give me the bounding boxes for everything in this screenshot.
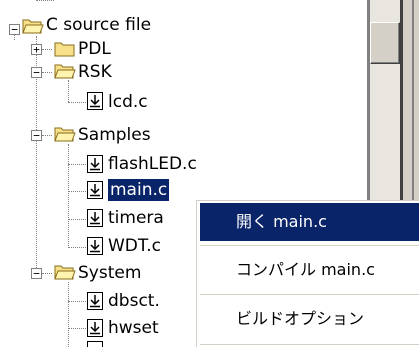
tree-item-flashled-c[interactable]: flashLED.c [106, 153, 199, 175]
tree-line [42, 49, 52, 50]
tree-item-rsk[interactable]: RSK [76, 61, 114, 83]
c-file-icon [86, 340, 104, 347]
tree-item-hwset[interactable]: hwset [106, 317, 161, 339]
tree-line [42, 72, 52, 73]
menu-item-build-options[interactable]: ビルドオプション [200, 300, 419, 338]
tree-item-pdl[interactable]: PDL [76, 38, 113, 60]
context-menu: 開く main.c コンパイル main.c ビルドオプション [196, 200, 419, 347]
c-file-icon [86, 91, 104, 111]
tree-expander-icon[interactable]: + [31, 44, 42, 55]
tree-line [68, 144, 69, 248]
scrollbar-thumb[interactable] [370, 22, 400, 64]
tree-line [68, 191, 86, 192]
tree-item-timera[interactable]: timera [106, 207, 166, 229]
folder-open-icon [54, 263, 76, 280]
tree-line [68, 328, 86, 329]
tree-expander-icon[interactable]: − [9, 24, 20, 35]
c-file-icon [86, 154, 104, 174]
tree-item-main-c[interactable]: main.c [106, 178, 171, 202]
tree-expander-icon[interactable]: − [31, 268, 42, 279]
tree-line [68, 282, 69, 347]
tree-line [68, 80, 69, 102]
tree-line [36, 0, 54, 1]
tree-item-wdt-c[interactable]: WDT.c [106, 235, 163, 257]
tree-line [68, 219, 86, 220]
folder-open-icon [22, 17, 44, 34]
tree-item-system[interactable]: System [76, 262, 143, 284]
tree-line [68, 247, 86, 248]
tree-line [68, 102, 86, 103]
c-file-icon [86, 291, 104, 311]
tree-item-c-source-file[interactable]: C source file [44, 14, 153, 36]
tree-line [68, 301, 86, 302]
menu-separator [200, 344, 419, 345]
folder-open-icon [54, 62, 76, 79]
tree-expander-icon[interactable]: − [31, 130, 42, 141]
tree-line [42, 135, 52, 136]
tree-item-lcd-c[interactable]: lcd.c [106, 91, 150, 113]
c-file-icon [86, 208, 104, 228]
tree-line [42, 273, 52, 274]
tree-item-samples[interactable]: Samples [76, 124, 153, 146]
menu-item-compile[interactable]: コンパイル main.c [200, 251, 419, 289]
tree-expander-icon[interactable]: − [31, 67, 42, 78]
menu-separator [200, 245, 419, 246]
tree-line [68, 164, 86, 165]
menu-separator [200, 294, 419, 295]
c-file-icon [86, 180, 104, 200]
folder-icon [54, 40, 76, 57]
menu-item-open[interactable]: 開く main.c [200, 203, 419, 241]
tree-item-dbsct[interactable]: dbsct. [106, 290, 162, 312]
folder-open-icon [54, 125, 76, 142]
c-file-icon [86, 318, 104, 338]
c-file-icon [86, 236, 104, 256]
